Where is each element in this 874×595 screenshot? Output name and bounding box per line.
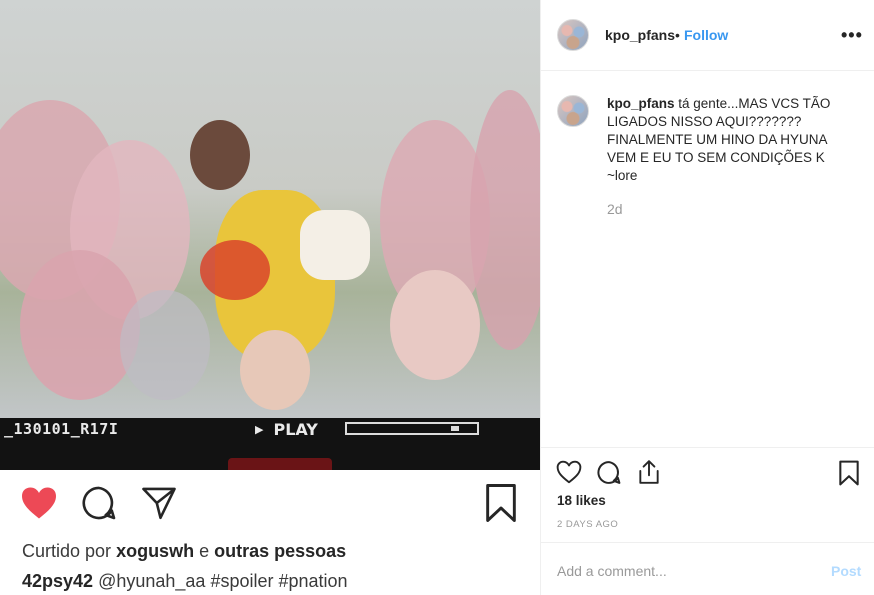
play-triangle-icon: ▶ xyxy=(255,423,264,436)
tags-text: 42psy42 @hyunah_aa #spoiler #pnation xyxy=(22,571,348,592)
post-comment-button[interactable]: Post xyxy=(831,563,861,579)
share-upload-icon[interactable] xyxy=(637,459,661,485)
more-options-icon[interactable]: ••• xyxy=(841,25,863,46)
comment-icon[interactable] xyxy=(80,485,118,521)
video-play-label: ▶ PLAY xyxy=(255,420,318,439)
liked-by-others-link[interactable]: outras pessoas xyxy=(214,541,346,561)
comment-input[interactable] xyxy=(557,563,807,579)
save-bookmark-icon-small[interactable] xyxy=(838,460,860,486)
header-username[interactable]: kpo_pfans xyxy=(605,27,675,43)
comment-icon-small[interactable] xyxy=(596,460,622,485)
liked-by-text: Curtido por xoguswh e outras pessoas xyxy=(22,541,347,561)
caption-avatar[interactable] xyxy=(557,95,589,127)
video-progress-knob xyxy=(451,426,459,431)
caption-username[interactable]: kpo_pfans xyxy=(607,96,675,111)
liked-by-user-link[interactable]: xoguswh xyxy=(116,541,194,561)
liked-heart-icon[interactable] xyxy=(20,486,58,520)
caption-text: kpo_pfans tá gente...MAS VCS TÃO LIGADOS… xyxy=(607,95,832,185)
caption-timestamp: 2d xyxy=(607,201,623,217)
post-header: kpo_pfans • Follow ••• xyxy=(541,0,874,71)
tags-user-link[interactable]: 42psy42 xyxy=(22,571,93,591)
post-video[interactable]: _130101_R17I ▶ PLAY xyxy=(0,0,540,470)
post-time-ago: 2 DAYS AGO xyxy=(557,519,619,530)
video-progress-bar xyxy=(345,422,479,435)
play-text: PLAY xyxy=(273,420,318,439)
likes-count[interactable]: 18 likes xyxy=(557,493,606,508)
comment-section: Post xyxy=(541,542,874,595)
follow-button[interactable]: Follow xyxy=(684,27,728,43)
save-bookmark-icon[interactable] xyxy=(484,483,518,523)
header-separator: • xyxy=(675,27,680,43)
header-avatar[interactable] xyxy=(557,19,589,51)
like-heart-icon[interactable] xyxy=(556,460,582,484)
video-red-graphic xyxy=(228,458,332,470)
video-overlay-code: _130101_R17I xyxy=(4,420,119,438)
share-icon[interactable] xyxy=(141,486,177,520)
video-frame xyxy=(0,0,540,418)
post-sidebar: kpo_pfans • Follow ••• kpo_pfans tá gent… xyxy=(540,0,874,595)
tags-hashtags[interactable]: @hyunah_aa #spoiler #pnation xyxy=(98,571,347,591)
